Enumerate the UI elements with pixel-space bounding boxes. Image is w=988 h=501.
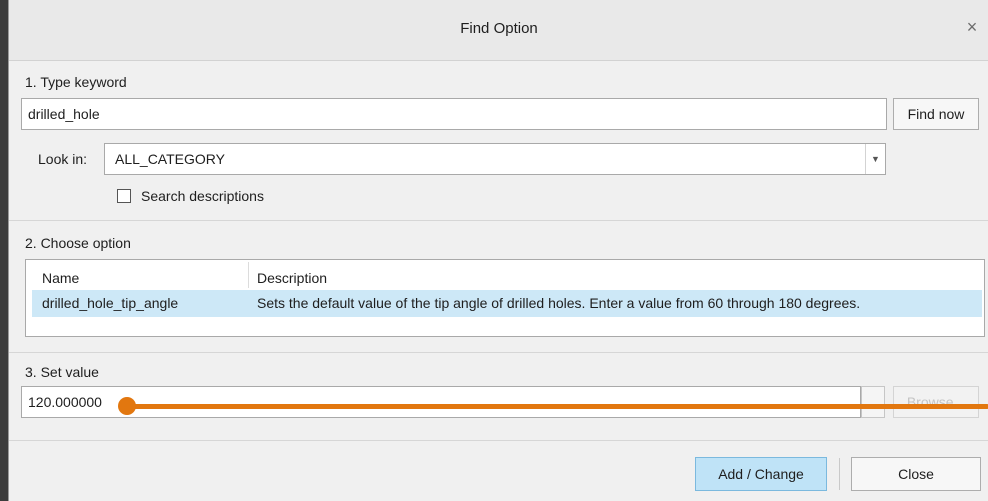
option-name-cell: drilled_hole_tip_angle xyxy=(42,295,179,311)
section-divider xyxy=(9,220,988,221)
step1-label: 1. Type keyword xyxy=(25,74,127,90)
browse-button: Browse... xyxy=(893,386,979,418)
look-in-dropdown[interactable]: ALL_CATEGORY ▼ xyxy=(104,143,886,175)
find-option-dialog: Find Option × 1. Type keyword Find now L… xyxy=(8,0,988,501)
search-descriptions-label: Search descriptions xyxy=(141,188,264,204)
close-icon[interactable]: × xyxy=(961,17,983,41)
column-header-description[interactable]: Description xyxy=(257,270,327,286)
value-stepper[interactable] xyxy=(861,386,885,418)
find-now-button[interactable]: Find now xyxy=(893,98,979,130)
look-in-label: Look in: xyxy=(38,151,88,167)
option-description-cell: Sets the default value of the tip angle … xyxy=(257,295,861,311)
options-table: Name Description drilled_hole_tip_angle … xyxy=(25,259,985,337)
title-bar: Find Option × xyxy=(9,0,988,61)
column-separator[interactable] xyxy=(248,262,249,288)
footer-divider xyxy=(9,440,988,441)
add-change-button[interactable]: Add / Change xyxy=(695,457,827,491)
dialog-title: Find Option xyxy=(460,20,538,37)
chevron-down-icon[interactable]: ▼ xyxy=(865,144,885,174)
section-divider xyxy=(9,352,988,353)
table-row[interactable]: drilled_hole_tip_angle Sets the default … xyxy=(32,290,982,317)
step2-label: 2. Choose option xyxy=(25,235,131,251)
annotation-pointer-line xyxy=(127,404,988,409)
look-in-value: ALL_CATEGORY xyxy=(115,151,225,167)
annotation-pointer-dot xyxy=(118,397,136,415)
search-descriptions-checkbox[interactable] xyxy=(117,189,131,203)
step3-label: 3. Set value xyxy=(25,364,99,380)
value-input[interactable] xyxy=(21,386,861,418)
footer-button-separator xyxy=(839,458,840,490)
column-header-name[interactable]: Name xyxy=(42,270,79,286)
close-button[interactable]: Close xyxy=(851,457,981,491)
keyword-input[interactable] xyxy=(21,98,887,130)
